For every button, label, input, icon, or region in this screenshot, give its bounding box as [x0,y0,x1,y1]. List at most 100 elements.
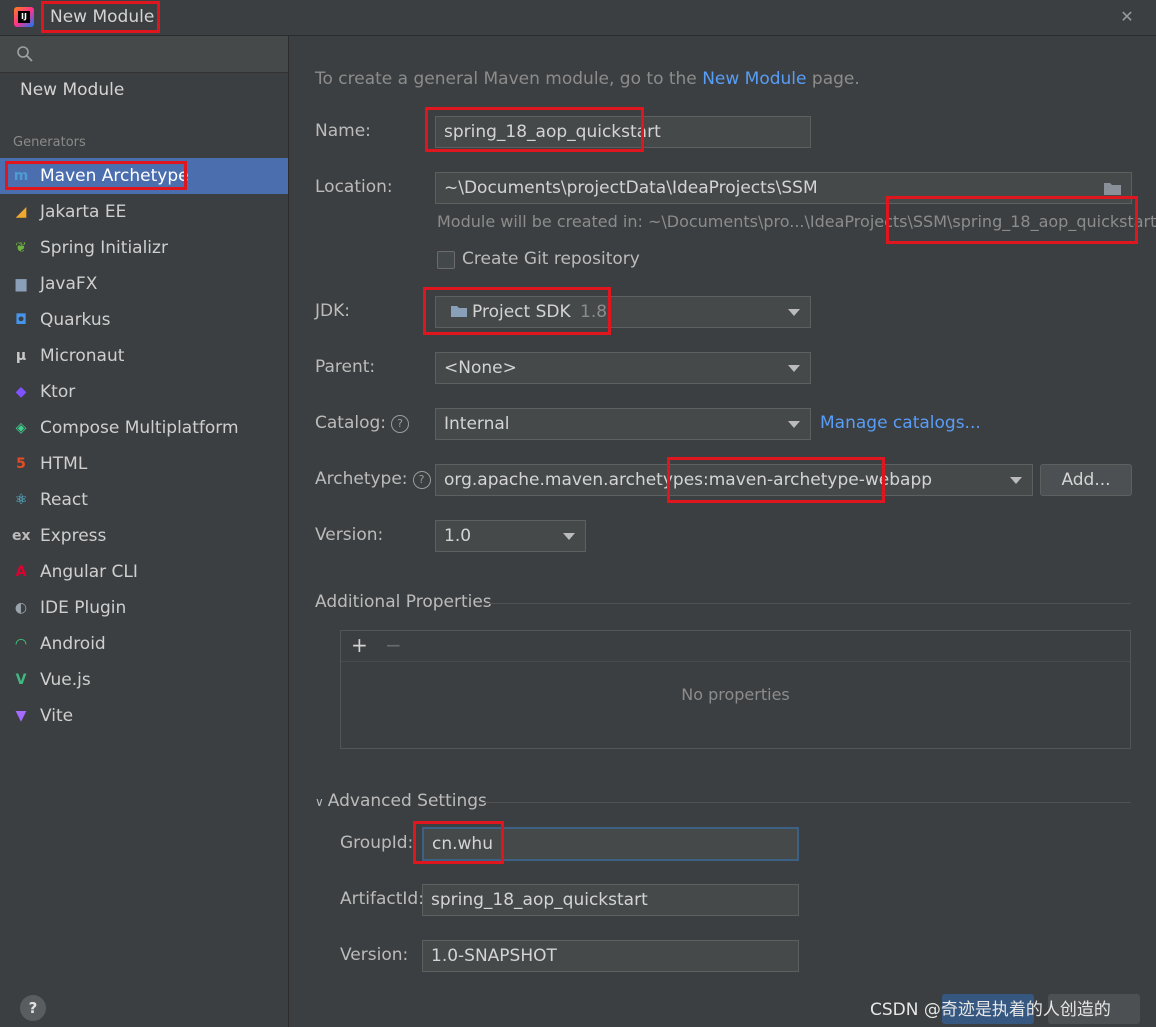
advanced-settings-label: Advanced Settings [327,791,487,811]
sidebar-item-label: Vue.js [40,670,91,690]
sidebar-item-micronaut[interactable]: μ Micronaut [0,338,288,374]
sidebar-item-label: React [40,490,88,510]
catalog-label: Catalog:? [315,413,410,433]
no-properties-text: No properties [681,685,790,704]
sidebar-item-ktor[interactable]: ◆ Ktor [0,374,288,410]
chevron-down-icon: ∨ [315,795,324,809]
close-icon[interactable]: ✕ [1116,6,1138,28]
git-checkbox-label: Create Git repository [462,249,640,269]
artifactid-field[interactable]: spring_18_aop_quickstart [422,884,799,916]
sidebar-item-html[interactable]: 5 HTML [0,446,288,482]
groupid-label: GroupId: [340,833,414,853]
catalog-help-icon[interactable]: ? [391,415,410,433]
location-value: ~\Documents\projectData\IdeaProjects\SSM [444,178,818,198]
sidebar-item-new-module[interactable]: New Module [20,80,124,100]
jdk-label: JDK: [315,301,350,321]
artifactid-label: ArtifactId: [340,889,424,909]
git-checkbox[interactable] [437,251,455,269]
sidebar-item-label: JavaFX [40,274,98,294]
properties-toolbar: + − [341,631,1130,662]
sidebar-item-label: Express [40,526,107,546]
add-property-icon[interactable]: + [351,633,368,657]
advanced-settings-toggle[interactable]: ∨ Advanced Settings [315,791,487,811]
adv-version-label: Version: [340,945,409,965]
sidebar-item-react[interactable]: ⚛ React [0,482,288,518]
intro-prefix: To create a general Maven module, go to … [315,69,697,89]
intro-suffix: page. [811,69,860,89]
sidebar-item-android[interactable]: ◠ Android [0,626,288,662]
browse-folder-icon[interactable] [1103,180,1123,196]
adv-version-field[interactable]: 1.0-SNAPSHOT [422,940,799,972]
plugin-icon: ◐ [14,600,28,616]
parent-label: Parent: [315,357,376,377]
archetype-label: Archetype:? [315,469,431,489]
archetype-dropdown[interactable]: org.apache.maven.archetypes:maven-archet… [435,464,1033,496]
angular-icon: A [15,564,27,580]
sidebar-item-label: Android [40,634,106,654]
sidebar-item-label: Ktor [40,382,76,402]
sidebar-item-label: Spring Initializr [40,238,168,258]
catalog-label-text: Catalog: [315,413,387,433]
remove-property-icon[interactable]: − [385,633,402,657]
compose-icon: ◈ [15,420,27,436]
name-field[interactable]: spring_18_aop_quickstart [435,116,811,148]
sidebar-item-express[interactable]: ex Express [0,518,288,554]
jdk-dropdown[interactable]: Project SDK 1.8 [435,296,811,328]
sidebar-item-quarkus[interactable]: ◘ Quarkus [0,302,288,338]
groupid-field[interactable]: cn.whu [422,827,799,861]
parent-dropdown[interactable]: <None> [435,352,811,384]
manage-catalogs-link[interactable]: Manage catalogs... [820,413,981,433]
sidebar-item-label: Maven Archetype [40,166,189,186]
sidebar-item-javafx[interactable]: ▆ JavaFX [0,266,288,302]
sidebar-item-label: Jakarta EE [40,202,127,222]
sidebar-item-label: HTML [40,454,88,474]
sidebar-item-label: Vite [40,706,74,726]
sidebar-item-label: IDE Plugin [40,598,127,618]
react-icon: ⚛ [14,492,28,508]
additional-properties-header: Additional Properties [315,592,492,612]
generators-header: Generators [13,135,86,150]
additional-properties-separator [484,603,1131,604]
location-field[interactable]: ~\Documents\projectData\IdeaProjects\SSM [435,172,1132,204]
window-title: New Module [50,7,155,27]
quarkus-icon: ◘ [15,312,27,328]
maven-icon: m [13,168,29,184]
sidebar-item-ide-plugin[interactable]: ◐ IDE Plugin [0,590,288,626]
sidebar-item-angular-cli[interactable]: A Angular CLI [0,554,288,590]
version-dropdown[interactable]: 1.0 [435,520,586,552]
location-label: Location: [315,177,393,197]
sidebar: New Module Generators m Maven Archetype ◢ J… [0,36,289,1027]
android-icon: ◠ [15,636,27,652]
intellij-app-icon: IJ [14,7,34,27]
sidebar-item-compose-multiplatform[interactable]: ◈ Compose Multiplatform [0,410,288,446]
sidebar-item-jakarta-ee[interactable]: ◢ Jakarta EE [0,194,288,230]
sidebar-item-spring-initializr[interactable]: ❦ Spring Initializr [0,230,288,266]
sidebar-item-label: Quarkus [40,310,111,330]
sidebar-item-label: Compose Multiplatform [40,418,239,438]
name-label: Name: [315,121,371,141]
html5-icon: 5 [16,456,26,472]
sdk-folder-icon [451,306,467,317]
sidebar-item-vue-js[interactable]: V Vue.js [0,662,288,698]
micronaut-icon: μ [15,348,27,364]
spring-icon: ❦ [15,240,27,256]
generators-list: m Maven Archetype ◢ Jakarta EE ❦ Spring Initi… [0,158,288,734]
jdk-value: Project SDK [472,302,571,322]
sidebar-item-maven-archetype[interactable]: m Maven Archetype [0,158,288,194]
vite-icon: ▼ [15,708,27,724]
sidebar-search-field[interactable] [0,36,288,73]
ktor-icon: ◆ [15,384,27,400]
search-icon [17,46,33,62]
archetype-label-text: Archetype: [315,469,408,489]
archetype-help-icon[interactable]: ? [412,471,431,489]
sidebar-item-vite[interactable]: ▼ Vite [0,698,288,734]
catalog-dropdown[interactable]: Internal [435,408,811,440]
new-module-link[interactable]: New Module [702,69,806,89]
jakarta-icon: ◢ [15,204,27,220]
sidebar-item-label: Micronaut [40,346,125,366]
vue-icon: V [15,672,27,688]
add-archetype-button[interactable]: Add... [1040,464,1132,496]
intro-text: To create a general Maven module, go to … [315,69,860,89]
help-icon[interactable]: ? [20,995,46,1021]
module-path-hint: Module will be created in: ~\Documents\p… [437,212,1156,231]
